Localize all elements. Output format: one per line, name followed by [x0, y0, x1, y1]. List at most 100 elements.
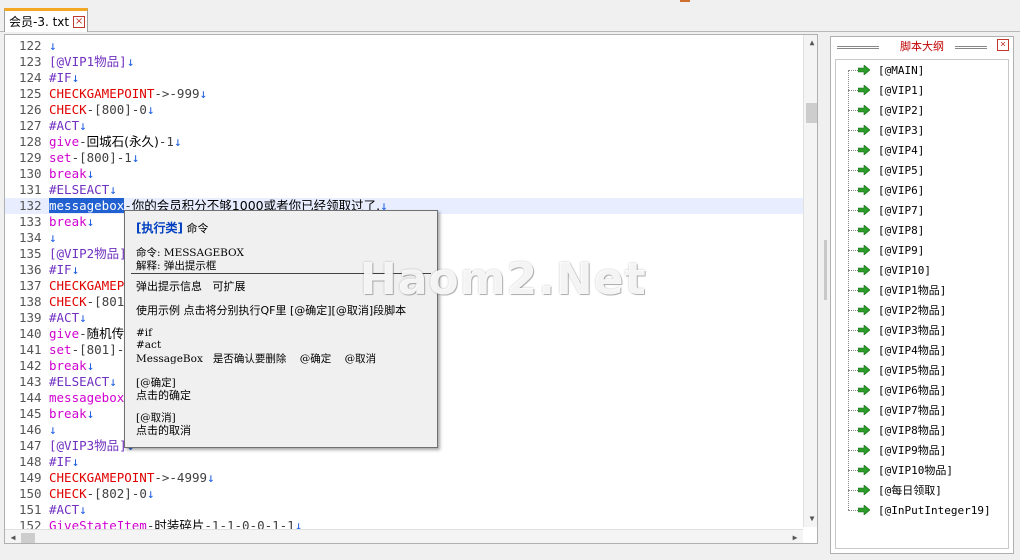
outline-item[interactable]: [@VIP7]	[848, 200, 924, 220]
green-arrow-icon	[858, 145, 870, 155]
code-line[interactable]: 125 CHECKGAMEPOINT->-999↓	[5, 86, 803, 102]
code-line[interactable]: 124 #IF↓	[5, 70, 803, 86]
outline-item[interactable]: [@VIP2物品]	[848, 300, 946, 320]
outline-item-label: [@VIP10物品]	[878, 464, 953, 477]
outline-item[interactable]: [@InPutInteger19]	[848, 500, 991, 520]
vertical-scrollbar[interactable]: ▲ ▼	[803, 35, 817, 527]
tree-connector	[848, 369, 858, 371]
green-arrow-icon	[858, 205, 870, 215]
outline-item[interactable]: [@VIP6物品]	[848, 380, 946, 400]
code-line[interactable]: 127 #ACT↓	[5, 118, 803, 134]
command-tooltip: [执行类] 命令 命令: MESSAGEBOX 解释: 弹出提示框 弹出提示信息…	[124, 210, 438, 448]
outline-item[interactable]: [@VIP10]	[848, 260, 931, 280]
outline-item-label: [@VIP9]	[878, 243, 925, 257]
outline-item[interactable]: [@VIP1物品]	[848, 280, 946, 300]
line-number: 150	[19, 486, 42, 501]
outline-item-label: [@VIP3物品]	[878, 324, 947, 337]
outline-item[interactable]: [@每日领取]	[848, 480, 942, 500]
tooltip-category: [执行类]	[136, 221, 183, 235]
code-token: #ELSEACT	[49, 374, 110, 389]
line-number: 149	[19, 470, 42, 485]
green-arrow-icon	[858, 245, 870, 255]
line-number: 131	[19, 182, 42, 197]
outline-title: 脚本大纲	[900, 40, 944, 53]
green-arrow-icon	[858, 505, 870, 515]
green-arrow-icon	[858, 125, 870, 135]
code-token: -[801]-1	[71, 342, 132, 357]
outline-item[interactable]: [@VIP6]	[848, 180, 924, 200]
code-line[interactable]: 148 #IF↓	[5, 454, 803, 470]
outline-item[interactable]: [@VIP4]	[848, 140, 924, 160]
tree-connector	[848, 189, 858, 191]
outline-item[interactable]: [@MAIN]	[848, 60, 924, 80]
outline-item-label: [@VIP9物品]	[878, 444, 947, 457]
code-line[interactable]: 123 [@VIP1物品]↓	[5, 54, 803, 70]
outline-item[interactable]: [@VIP5物品]	[848, 360, 946, 380]
code-token: CHECKGAMEPOINT	[49, 470, 155, 485]
outline-item[interactable]: [@VIP9]	[848, 240, 924, 260]
code-token: CHECK	[49, 486, 87, 501]
tree-connector	[848, 169, 858, 171]
line-number: 148	[19, 454, 42, 469]
line-number: 125	[19, 86, 42, 101]
outline-item[interactable]: [@VIP2]	[848, 100, 924, 120]
tooltip-desc: 弹出提示信息 可扩展	[136, 280, 246, 293]
green-arrow-icon	[858, 485, 870, 495]
panel-splitter[interactable]	[824, 240, 827, 300]
horizontal-scroll-thumb[interactable]	[21, 533, 35, 543]
code-token: [@VIP3物品]	[49, 438, 127, 453]
line-break-icon: ↓	[71, 454, 80, 469]
outline-item[interactable]: [@VIP9物品]	[848, 440, 946, 460]
tree-connector	[848, 149, 858, 151]
code-line[interactable]: 128 give-回城石(永久)-1↓	[5, 134, 803, 150]
code-line[interactable]: 151 #ACT↓	[5, 502, 803, 518]
outline-item[interactable]: [@VIP3]	[848, 120, 924, 140]
outline-item[interactable]: [@VIP4物品]	[848, 340, 946, 360]
line-break-icon: ↓	[126, 54, 135, 69]
tooltip-example-line: #if	[136, 327, 153, 339]
outline-item[interactable]: [@VIP10物品]	[848, 460, 953, 480]
outline-item[interactable]: [@VIP8物品]	[848, 420, 946, 440]
chevron-left-icon[interactable]: ◀	[5, 530, 21, 543]
green-arrow-icon	[858, 405, 870, 415]
code-line[interactable]: 131 #ELSEACT↓	[5, 182, 803, 198]
outline-item[interactable]: [@VIP5]	[848, 160, 924, 180]
code-token: give	[49, 326, 80, 341]
header-grip	[837, 46, 879, 49]
close-icon[interactable]: ×	[73, 15, 86, 28]
tab-label: 会员-3. txt	[9, 15, 70, 29]
chevron-right-icon[interactable]: ▶	[787, 530, 803, 543]
vertical-scroll-thumb[interactable]	[806, 103, 817, 123]
line-number: 140	[19, 326, 42, 341]
code-token: -[802]-0	[86, 486, 147, 501]
outline-item[interactable]: [@VIP8]	[848, 220, 924, 240]
horizontal-scrollbar[interactable]: ◀ ▶	[5, 529, 803, 543]
tab-file[interactable]: 会员-3. txt ×	[4, 8, 88, 32]
code-line[interactable]: 122 ↓	[5, 38, 803, 54]
code-token: #IF	[49, 70, 72, 85]
code-token: break	[49, 406, 87, 421]
code-token: 回城石(永久)	[86, 134, 159, 149]
line-break-icon: ↓	[79, 502, 87, 517]
line-break-icon: ↓	[173, 134, 182, 149]
outline-item[interactable]: [@VIP3物品]	[848, 320, 946, 340]
code-token: #IF	[49, 454, 72, 469]
line-number: 141	[19, 342, 42, 357]
outline-item-label: [@VIP5]	[878, 163, 925, 177]
close-icon[interactable]: ×	[997, 39, 1009, 51]
outline-item-label: [@InPutInteger19]	[878, 503, 991, 517]
code-token: #ACT	[49, 118, 80, 133]
code-line[interactable]: 149 CHECKGAMEPOINT->-4999↓	[5, 470, 803, 486]
tooltip-category-suffix: 命令	[182, 222, 209, 235]
line-number: 139	[19, 310, 42, 325]
code-line[interactable]: 130 break↓	[5, 166, 803, 182]
chevron-up-icon[interactable]: ▲	[804, 35, 817, 51]
code-line[interactable]: 150 CHECK-[802]-0↓	[5, 486, 803, 502]
code-line[interactable]: 126 CHECK-[800]-0↓	[5, 102, 803, 118]
chevron-down-icon[interactable]: ▼	[804, 511, 817, 527]
green-arrow-icon	[858, 225, 870, 235]
code-token: give	[49, 134, 80, 149]
outline-item[interactable]: [@VIP7物品]	[848, 400, 946, 420]
outline-item[interactable]: [@VIP1]	[848, 80, 924, 100]
code-line[interactable]: 129 set-[800]-1↓	[5, 150, 803, 166]
